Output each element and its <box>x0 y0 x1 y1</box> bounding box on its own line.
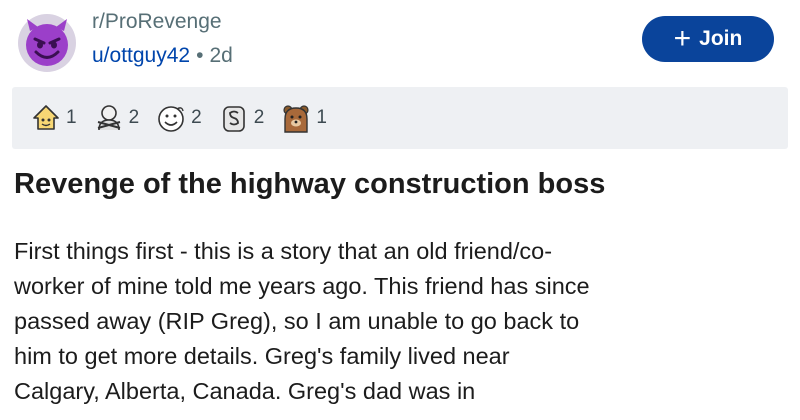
plus-icon: + <box>673 22 692 55</box>
award-count: 2 <box>191 107 202 128</box>
post-title[interactable]: Revenge of the highway construction boss <box>14 168 605 201</box>
bear-award-icon <box>283 105 309 133</box>
post-body: First things first - this is a story tha… <box>14 234 784 409</box>
award-item[interactable]: 2 <box>155 102 202 134</box>
join-label: Join <box>699 27 743 50</box>
join-button[interactable]: + Join <box>642 16 774 62</box>
hugz-award-icon <box>97 105 120 131</box>
award-count: 1 <box>66 107 77 128</box>
post-meta: u/ottguy42 • 2d <box>92 44 233 68</box>
post-body-line: him to get more details. Greg's family l… <box>14 343 510 369</box>
helpful-award-icon <box>158 106 184 132</box>
subreddit-avatar[interactable] <box>18 14 76 72</box>
award-item[interactable]: 2 <box>218 102 265 134</box>
post-header: r/ProRevenge u/ottguy42 • 2d + Join <box>12 8 788 78</box>
award-count: 1 <box>316 107 327 128</box>
wholesome-award-icon <box>33 105 59 130</box>
meta-separator: • <box>196 44 204 67</box>
subreddit-name[interactable]: r/ProRevenge <box>92 10 222 34</box>
devil-face-icon <box>26 19 68 66</box>
post-body-line: worker of mine told me years ago. This f… <box>14 273 590 299</box>
award-item[interactable]: 1 <box>30 102 77 134</box>
post-age: 2d <box>209 44 233 67</box>
silver-award-icon <box>222 106 245 132</box>
post-body-line: passed away (RIP Greg), so I am unable t… <box>14 308 580 334</box>
award-item[interactable]: 1 <box>280 102 327 134</box>
author-link[interactable]: u/ottguy42 <box>92 44 190 67</box>
award-count: 2 <box>253 107 265 128</box>
award-item[interactable]: 2 <box>93 102 140 134</box>
post-body-line: First things first - this is a story tha… <box>14 238 553 264</box>
post-body-line: Calgary, Alberta, Canada. Greg's dad was… <box>14 378 476 404</box>
award-count: 2 <box>128 107 140 128</box>
awards-bar[interactable]: 1 2 2 2 1 <box>12 87 788 149</box>
